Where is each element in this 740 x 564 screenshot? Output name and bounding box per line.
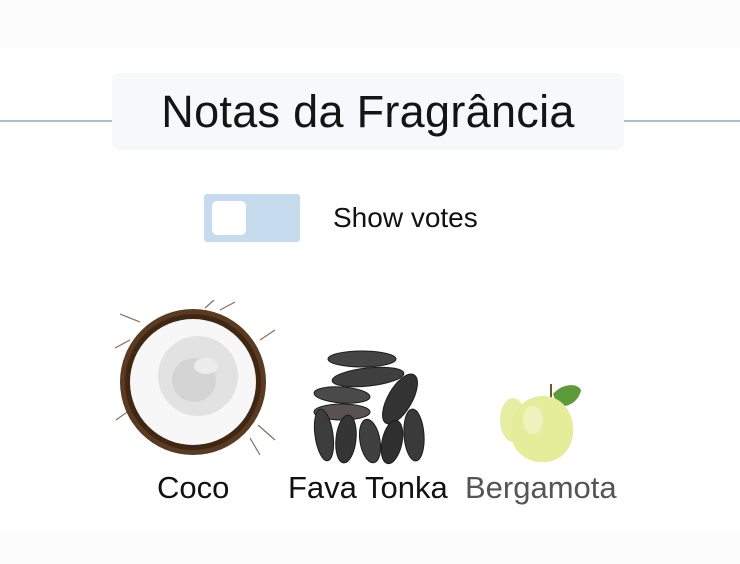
tonka-bean-image	[313, 350, 425, 465]
note-bergamota[interactable]: Bergamota	[463, 380, 633, 510]
note-label-coco: Coco	[157, 470, 230, 505]
title-divider-left	[0, 120, 112, 122]
toggle-knob	[212, 201, 246, 235]
bottom-band	[0, 530, 740, 564]
bergamot-image	[500, 384, 581, 463]
show-votes-toggle[interactable]	[204, 194, 300, 242]
top-band	[0, 0, 740, 48]
show-votes-label: Show votes	[333, 202, 478, 233]
note-coco[interactable]: Coco	[110, 300, 280, 510]
coconut-image	[114, 300, 276, 456]
title-divider-right	[624, 120, 740, 122]
note-fava-tonka[interactable]: Fava Tonka	[288, 345, 458, 510]
note-label-fava-tonka: Fava Tonka	[288, 470, 448, 505]
section-title: Notas da Fragrância	[112, 73, 624, 150]
note-label-bergamota: Bergamota	[465, 470, 617, 505]
